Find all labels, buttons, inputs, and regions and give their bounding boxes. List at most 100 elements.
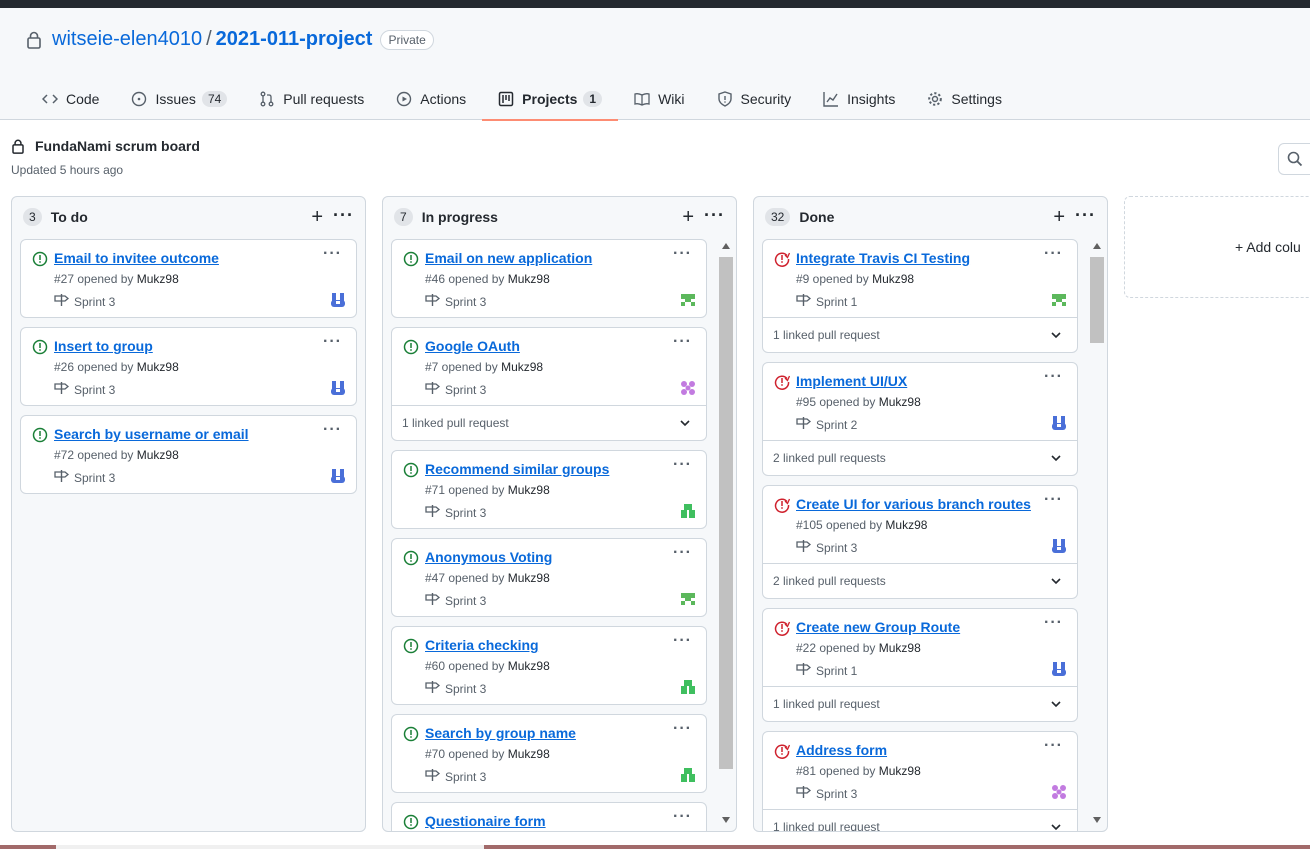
milestone[interactable]: Sprint 3 <box>425 592 486 609</box>
card-menu-button[interactable]: ··· <box>673 632 692 650</box>
column-menu-button[interactable]: ··· <box>333 205 354 226</box>
issue-title-link[interactable]: Implement UI/UX <box>796 373 907 389</box>
column-menu-button[interactable]: ··· <box>704 205 725 226</box>
issue-title-link[interactable]: Create new Group Route <box>796 619 960 635</box>
milestone[interactable]: Sprint 3 <box>425 293 486 310</box>
avatar[interactable] <box>1050 537 1068 555</box>
issue-card[interactable]: Address form #81 opened by Mukz98 Sprint 3… <box>762 731 1078 831</box>
issue-card[interactable]: Questionaire form#59 opened by Mukz98Spr… <box>391 802 707 831</box>
issue-author-link[interactable]: Mukz98 <box>137 360 179 374</box>
issue-card[interactable]: Implement UI/UX #95 opened by Mukz98 Sprin… <box>762 362 1078 476</box>
issue-card[interactable]: Create new Group Route #22 opened by Mukz… <box>762 608 1078 722</box>
milestone[interactable]: Sprint 3 <box>425 504 486 521</box>
issue-card[interactable]: Search by username or email #72 opened by… <box>20 415 357 494</box>
issue-title-link[interactable]: Anonymous Voting <box>425 549 552 565</box>
card-menu-button[interactable]: ··· <box>1044 368 1063 386</box>
add-card-button[interactable]: + <box>682 206 694 229</box>
issue-author-link[interactable]: Mukz98 <box>137 448 179 462</box>
card-menu-button[interactable]: ··· <box>673 456 692 474</box>
issue-author-link[interactable]: Mukz98 <box>872 272 914 286</box>
issue-title-link[interactable]: Search by group name <box>425 725 576 741</box>
avatar[interactable] <box>1050 291 1068 309</box>
issue-title-link[interactable]: Google OAuth <box>425 338 520 354</box>
scroll-up-arrow[interactable] <box>1093 243 1101 249</box>
issue-title-link[interactable]: Search by username or email <box>54 426 249 442</box>
tab-wiki[interactable]: Wiki <box>618 78 700 120</box>
linked-pull-requests-toggle[interactable]: 1 linked pull request <box>763 317 1077 352</box>
issue-author-link[interactable]: Mukz98 <box>508 571 550 585</box>
column-scrollbar[interactable] <box>1090 239 1104 829</box>
card-menu-button[interactable]: ··· <box>673 333 692 351</box>
milestone[interactable]: Sprint 3 <box>54 293 115 310</box>
avatar[interactable] <box>329 379 347 397</box>
issue-title-link[interactable]: Insert to group <box>54 338 153 354</box>
issue-author-link[interactable]: Mukz98 <box>508 747 550 761</box>
issue-title-link[interactable]: Questionaire form <box>425 813 546 829</box>
card-menu-button[interactable]: ··· <box>1044 491 1063 509</box>
issue-card[interactable]: Google OAuth #7 opened by Mukz98 Sprint 3 ·… <box>391 327 707 441</box>
linked-pull-requests-toggle[interactable]: 1 linked pull request <box>392 405 706 440</box>
linked-pull-requests-toggle[interactable]: 2 linked pull requests <box>763 440 1077 475</box>
card-menu-button[interactable]: ··· <box>1044 737 1063 755</box>
avatar[interactable] <box>1050 414 1068 432</box>
issue-author-link[interactable]: Mukz98 <box>508 272 550 286</box>
issue-title-link[interactable]: Integrate Travis CI Testing <box>796 250 970 266</box>
issue-title-link[interactable]: Email to invitee outcome <box>54 250 219 266</box>
issue-author-link[interactable]: Mukz98 <box>885 518 927 532</box>
card-menu-button[interactable]: ··· <box>673 808 692 826</box>
add-card-button[interactable]: + <box>311 206 323 229</box>
issue-card[interactable]: Recommend similar groups #71 opened by Mu… <box>391 450 707 529</box>
card-menu-button[interactable]: ··· <box>323 421 342 439</box>
milestone[interactable]: Sprint 3 <box>425 381 486 398</box>
search-button[interactable] <box>1278 143 1310 175</box>
milestone[interactable]: Sprint 3 <box>796 539 857 556</box>
issue-card[interactable]: Search by group name #70 opened by Mukz98… <box>391 714 707 793</box>
scroll-down-arrow[interactable] <box>722 817 730 823</box>
avatar[interactable] <box>679 766 697 784</box>
milestone[interactable]: Sprint 2 <box>796 416 857 433</box>
issue-author-link[interactable]: Mukz98 <box>879 395 921 409</box>
issue-title-link[interactable]: Email on new application <box>425 250 592 266</box>
milestone[interactable]: Sprint 3 <box>796 785 857 802</box>
milestone[interactable]: Sprint 1 <box>796 293 857 310</box>
scrollbar-thumb[interactable] <box>1090 257 1104 343</box>
avatar[interactable] <box>679 678 697 696</box>
tab-settings[interactable]: Settings <box>911 78 1018 120</box>
issue-author-link[interactable]: Mukz98 <box>879 764 921 778</box>
column-menu-button[interactable]: ··· <box>1075 205 1096 226</box>
scroll-down-arrow[interactable] <box>1093 817 1101 823</box>
tab-actions[interactable]: Actions <box>380 78 482 120</box>
avatar[interactable] <box>679 379 697 397</box>
avatar[interactable] <box>329 467 347 485</box>
avatar[interactable] <box>1050 783 1068 801</box>
tab-insights[interactable]: Insights <box>807 78 911 120</box>
linked-pull-requests-toggle[interactable]: 2 linked pull requests <box>763 563 1077 598</box>
tab-security[interactable]: Security <box>701 78 808 120</box>
issue-card[interactable]: Anonymous Voting #47 opened by Mukz98 Spri… <box>391 538 707 617</box>
issue-card[interactable]: Create UI for various branch routes #105 … <box>762 485 1078 599</box>
issue-title-link[interactable]: Create UI for various branch routes <box>796 496 1031 512</box>
scroll-up-arrow[interactable] <box>722 243 730 249</box>
issue-card[interactable]: Email on new application #46 opened by Mu… <box>391 239 707 318</box>
tab-issues[interactable]: Issues 74 <box>115 78 243 120</box>
milestone[interactable]: Sprint 3 <box>425 680 486 697</box>
scrollbar-thumb[interactable] <box>719 257 733 769</box>
card-menu-button[interactable]: ··· <box>323 245 342 263</box>
linked-pull-requests-toggle[interactable]: 1 linked pull request <box>763 686 1077 721</box>
linked-pull-requests-toggle[interactable]: 1 linked pull request <box>763 809 1077 831</box>
repo-name-link[interactable]: 2021-011-project <box>216 28 373 51</box>
issue-author-link[interactable]: Mukz98 <box>501 360 543 374</box>
tab-projects[interactable]: Projects 1 <box>482 78 619 121</box>
card-menu-button[interactable]: ··· <box>1044 614 1063 632</box>
avatar[interactable] <box>679 590 697 608</box>
issue-author-link[interactable]: Mukz98 <box>137 272 179 286</box>
issue-card[interactable]: Integrate Travis CI Testing #9 opened by … <box>762 239 1078 353</box>
issue-author-link[interactable]: Mukz98 <box>508 483 550 497</box>
card-menu-button[interactable]: ··· <box>1044 245 1063 263</box>
issue-title-link[interactable]: Recommend similar groups <box>425 461 609 477</box>
avatar[interactable] <box>679 291 697 309</box>
milestone[interactable]: Sprint 3 <box>54 381 115 398</box>
card-menu-button[interactable]: ··· <box>673 245 692 263</box>
card-menu-button[interactable]: ··· <box>673 544 692 562</box>
add-column-button[interactable]: + Add colu <box>1124 196 1310 298</box>
